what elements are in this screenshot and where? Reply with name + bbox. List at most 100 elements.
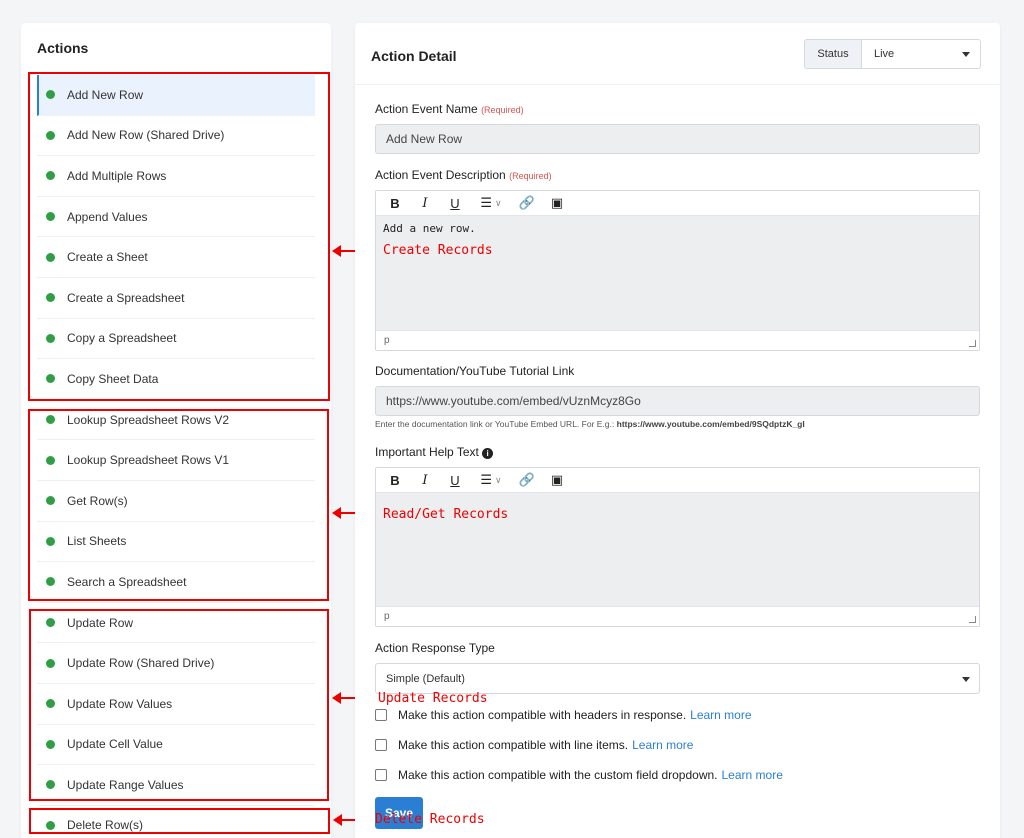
image-icon[interactable]: ▣ bbox=[546, 470, 568, 490]
learn-more-link[interactable]: Learn more bbox=[722, 768, 783, 782]
help-text-label: Important Help Text i bbox=[375, 445, 494, 459]
action-detail-panel: Action Detail Status Live Action Event N… bbox=[355, 23, 1000, 838]
italic-icon[interactable]: I bbox=[414, 193, 436, 213]
link-icon[interactable]: 🔗 bbox=[516, 193, 538, 213]
status-dot-icon bbox=[46, 455, 55, 465]
check-custom-field-row: Make this action compatible with the cus… bbox=[375, 768, 783, 782]
action-item-label: List Sheets bbox=[67, 534, 127, 549]
action-item-add-new-row[interactable]: Add New Row bbox=[37, 75, 315, 116]
action-item-label: Copy Sheet Data bbox=[67, 371, 159, 386]
action-item-label: Add New Row (Shared Drive) bbox=[67, 128, 225, 143]
bold-icon[interactable]: B bbox=[384, 193, 406, 213]
bold-icon[interactable]: B bbox=[384, 470, 406, 490]
editor-status-bar: p bbox=[376, 330, 979, 350]
info-icon[interactable]: i bbox=[482, 448, 494, 459]
create-records-annotation: Create Records bbox=[383, 243, 493, 258]
action-item-label: Update Cell Value bbox=[67, 737, 163, 752]
status-dot-icon bbox=[46, 820, 55, 830]
status-value: Live bbox=[874, 48, 895, 60]
action-item-delete-rows[interactable]: Delete Row(s) bbox=[37, 806, 315, 838]
event-name-input[interactable]: Add New Row bbox=[375, 124, 980, 154]
status-dot-icon bbox=[46, 252, 55, 262]
line-items-checkbox[interactable] bbox=[375, 739, 387, 751]
action-item-label: Update Range Values bbox=[67, 777, 184, 792]
action-item-update-row-values[interactable]: Update Row Values bbox=[37, 684, 315, 725]
action-list: Add New Row Add New Row (Shared Drive) A… bbox=[37, 75, 315, 838]
resize-handle-icon[interactable] bbox=[969, 340, 976, 347]
action-item-update-cell-value[interactable]: Update Cell Value bbox=[37, 725, 315, 766]
action-item-append-values[interactable]: Append Values bbox=[37, 197, 315, 238]
response-type-label: Action Response Type bbox=[375, 641, 495, 655]
action-item-label: Lookup Spreadsheet Rows V2 bbox=[67, 412, 230, 427]
caret-down-icon bbox=[962, 52, 970, 57]
status-dot-icon bbox=[46, 415, 55, 425]
status-dot-icon bbox=[46, 374, 55, 384]
action-item-copy-sheet-data[interactable]: Copy Sheet Data bbox=[37, 359, 315, 400]
action-item-add-multiple-rows[interactable]: Add Multiple Rows bbox=[37, 156, 315, 197]
list-icon[interactable]: ☰ ∨ bbox=[474, 470, 508, 490]
resize-handle-icon[interactable] bbox=[969, 616, 976, 623]
action-item-copy-spreadsheet[interactable]: Copy a Spreadsheet bbox=[37, 319, 315, 360]
action-item-label: Lookup Spreadsheet Rows V1 bbox=[67, 453, 230, 468]
action-item-create-sheet[interactable]: Create a Sheet bbox=[37, 237, 315, 278]
action-item-lookup-rows-v2[interactable]: Lookup Spreadsheet Rows V2 bbox=[37, 400, 315, 441]
actions-panel: Actions Add New Row Add New Row (Shared … bbox=[21, 23, 331, 838]
italic-icon[interactable]: I bbox=[414, 470, 436, 490]
caret-down-icon bbox=[962, 677, 970, 682]
action-item-add-new-row-shared-drive[interactable]: Add New Row (Shared Drive) bbox=[37, 116, 315, 157]
action-item-label: Copy a Spreadsheet bbox=[67, 331, 177, 346]
response-type-select[interactable]: Simple (Default) bbox=[375, 663, 980, 694]
action-item-label: Delete Row(s) bbox=[67, 818, 144, 833]
doc-link-input[interactable]: https://www.youtube.com/embed/vUznMcyz8G… bbox=[375, 386, 980, 416]
read-records-annotation: Read/Get Records bbox=[383, 507, 509, 522]
action-item-label: Add Multiple Rows bbox=[67, 168, 167, 183]
delete-records-annotation: Delete Records bbox=[375, 812, 485, 827]
status-dot-icon bbox=[46, 699, 55, 709]
status-dot-icon bbox=[46, 496, 55, 506]
status-dot-icon bbox=[46, 212, 55, 222]
action-item-label: Update Row (Shared Drive) bbox=[67, 656, 215, 671]
action-item-update-range-values[interactable]: Update Range Values bbox=[37, 765, 315, 806]
status-dot-icon bbox=[46, 171, 55, 181]
status-select[interactable]: Live bbox=[862, 40, 980, 68]
link-icon[interactable]: 🔗 bbox=[516, 470, 538, 490]
action-item-label: Update Row bbox=[67, 615, 134, 630]
event-name-label: Action Event Name (Required) bbox=[375, 102, 524, 116]
check-headers-row: Make this action compatible with headers… bbox=[375, 708, 752, 722]
action-item-update-row-shared-drive[interactable]: Update Row (Shared Drive) bbox=[37, 643, 315, 684]
description-label: Action Event Description (Required) bbox=[375, 168, 552, 182]
update-records-annotation: Update Records bbox=[378, 691, 488, 706]
action-item-list-sheets[interactable]: List Sheets bbox=[37, 522, 315, 563]
status-dot-icon bbox=[46, 536, 55, 546]
action-item-lookup-rows-v1[interactable]: Lookup Spreadsheet Rows V1 bbox=[37, 440, 315, 481]
action-item-update-row[interactable]: Update Row bbox=[37, 603, 315, 644]
description-toolbar: B I U ☰ ∨ 🔗 ▣ bbox=[376, 191, 979, 216]
status-dot-icon bbox=[46, 90, 55, 100]
action-item-search-spreadsheet[interactable]: Search a Spreadsheet bbox=[37, 562, 315, 603]
action-item-create-spreadsheet[interactable]: Create a Spreadsheet bbox=[37, 278, 315, 319]
custom-field-checkbox[interactable] bbox=[375, 769, 387, 781]
learn-more-link[interactable]: Learn more bbox=[690, 708, 751, 722]
action-item-label: Append Values bbox=[67, 209, 148, 224]
description-textarea[interactable]: Add a new row. Create Records bbox=[376, 216, 979, 330]
action-item-get-rows[interactable]: Get Row(s) bbox=[37, 481, 315, 522]
status-dot-icon bbox=[46, 618, 55, 628]
detail-title: Action Detail bbox=[371, 48, 457, 64]
status-dot-icon bbox=[46, 333, 55, 343]
description-editor: B I U ☰ ∨ 🔗 ▣ Add a new row. Create Recor… bbox=[375, 190, 980, 351]
action-item-label: Add New Row bbox=[67, 87, 144, 102]
underline-icon[interactable]: U bbox=[444, 470, 466, 490]
learn-more-link[interactable]: Learn more bbox=[632, 738, 693, 752]
image-icon[interactable]: ▣ bbox=[546, 193, 568, 213]
action-item-label: Update Row Values bbox=[67, 696, 173, 711]
status-label: Status bbox=[805, 40, 862, 68]
help-textarea[interactable]: Read/Get Records bbox=[376, 493, 979, 606]
action-item-label: Create a Sheet bbox=[67, 250, 148, 265]
doc-link-label: Documentation/YouTube Tutorial Link bbox=[375, 364, 575, 378]
status-dot-icon bbox=[46, 739, 55, 749]
status-dot-icon bbox=[46, 293, 55, 303]
status-dot-icon bbox=[46, 130, 55, 140]
underline-icon[interactable]: U bbox=[444, 193, 466, 213]
headers-checkbox[interactable] bbox=[375, 709, 387, 721]
list-icon[interactable]: ☰ ∨ bbox=[474, 193, 508, 213]
